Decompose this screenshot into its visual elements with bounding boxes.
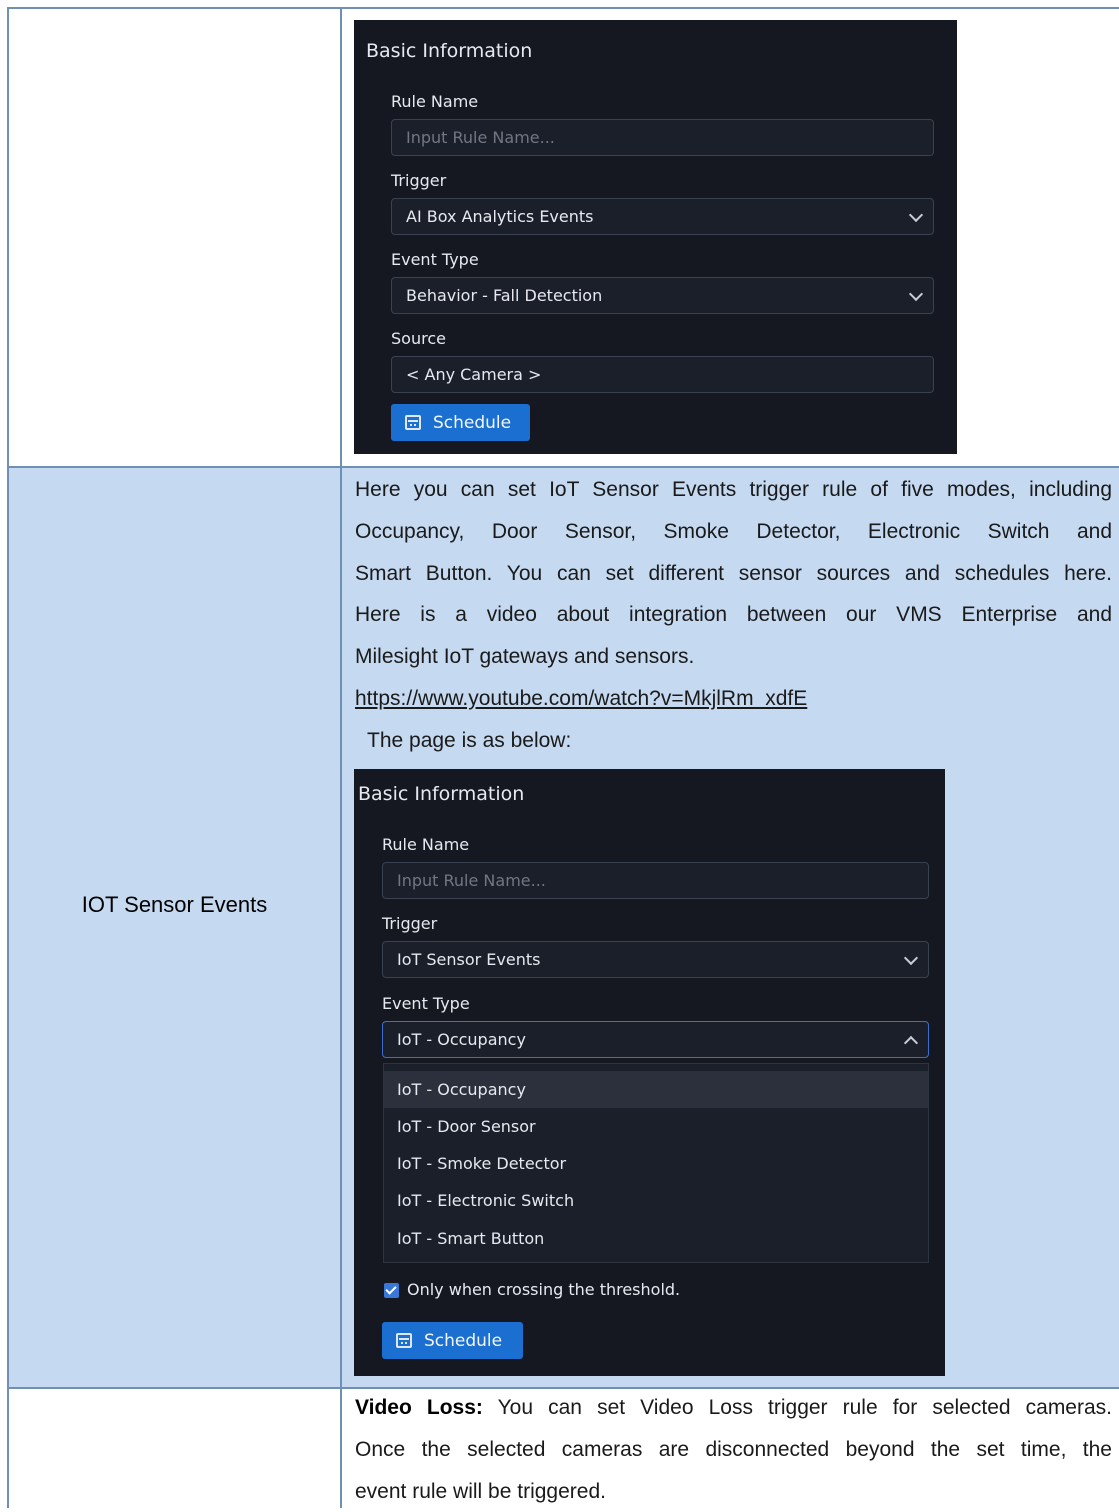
description-line: Here you can set IoT Sensor Events trigg…	[355, 478, 1112, 501]
video-loss-keyword: Video Loss:	[355, 1396, 483, 1419]
video-loss-line1-text: You can set Video Loss trigger rule for …	[482, 1396, 1112, 1419]
event-type-value: Behavior - Fall Detection	[406, 286, 603, 305]
source-value: < Any Camera >	[406, 365, 542, 384]
table-border-top	[7, 7, 1119, 9]
panel-title: Basic Information	[366, 40, 533, 62]
threshold-label: Only when crossing the threshold.	[407, 1280, 681, 1299]
row-label-iot-sensor-events: IOT Sensor Events	[81, 892, 268, 917]
event-type-dropdown: IoT - Occupancy IoT - Door Sensor IoT - …	[383, 1063, 929, 1263]
schedule-button-label: Schedule	[424, 1330, 503, 1351]
rule-name-label: Rule Name	[382, 835, 470, 854]
video-loss-description: Video Loss: You can set Video Loss trigg…	[355, 1387, 1112, 1512]
trigger-value: IoT Sensor Events	[397, 950, 541, 969]
table-border-left	[7, 7, 9, 1508]
schedule-button-label: Schedule	[433, 412, 512, 433]
chevron-up-icon	[903, 1035, 919, 1050]
trigger-label: Trigger	[382, 914, 438, 933]
option-door-sensor[interactable]: IoT - Door Sensor	[384, 1108, 928, 1145]
description-line: Smart Button. You can set different sens…	[355, 561, 1112, 585]
source-label: Source	[391, 329, 446, 348]
schedule-button[interactable]: Schedule	[382, 1322, 523, 1359]
event-type-value: IoT - Occupancy	[397, 1030, 526, 1049]
description-line: Here is a video about integration betwee…	[355, 603, 1112, 627]
page-note: The page is as below:	[367, 728, 572, 752]
table-border-middle	[340, 7, 342, 1508]
schedule-button[interactable]: Schedule	[391, 404, 530, 441]
description-line: Occupancy, Door Sensor, Smoke Detector, …	[355, 519, 1112, 543]
rule-name-label: Rule Name	[391, 92, 479, 111]
trigger-select[interactable]: AI Box Analytics Events	[391, 198, 934, 235]
rule-name-placeholder: Input Rule Name...	[397, 871, 546, 890]
option-electronic-switch[interactable]: IoT - Electronic Switch	[384, 1182, 928, 1219]
rule-name-input[interactable]: Input Rule Name...	[382, 862, 929, 899]
trigger-value: AI Box Analytics Events	[406, 207, 594, 226]
document-page: Basic Information Rule Name Input Rule N…	[0, 0, 1119, 1508]
threshold-checkbox[interactable]	[384, 1283, 399, 1298]
chevron-down-icon	[908, 286, 924, 301]
youtube-link[interactable]: https://www.youtube.com/watch?v=MkjlRm_x…	[355, 687, 807, 710]
panel-title: Basic Information	[358, 783, 525, 805]
event-type-label: Event Type	[391, 250, 479, 269]
option-occupancy[interactable]: IoT - Occupancy	[384, 1071, 928, 1108]
chevron-down-icon	[903, 950, 919, 965]
basic-info-panel-iot: Basic Information Rule Name Input Rule N…	[354, 769, 945, 1376]
basic-info-panel-ai: Basic Information Rule Name Input Rule N…	[354, 20, 957, 454]
rule-name-placeholder: Input Rule Name...	[406, 128, 555, 147]
description-line: event rule will be triggered.	[355, 1479, 606, 1503]
event-type-select[interactable]: Behavior - Fall Detection	[391, 277, 934, 314]
option-smart-button[interactable]: IoT - Smart Button	[384, 1220, 928, 1257]
event-type-label: Event Type	[382, 994, 470, 1013]
event-type-select[interactable]: IoT - Occupancy	[382, 1021, 929, 1058]
calendar-icon	[396, 1333, 412, 1348]
iot-description: Here you can set IoT Sensor Events trigg…	[355, 469, 1112, 762]
table-border-row1	[7, 466, 1119, 468]
rule-name-input[interactable]: Input Rule Name...	[391, 119, 934, 156]
option-smoke-detector[interactable]: IoT - Smoke Detector	[384, 1145, 928, 1182]
chevron-down-icon	[908, 207, 924, 222]
source-select[interactable]: < Any Camera >	[391, 356, 934, 393]
description-line: Video Loss: You can set Video Loss trigg…	[355, 1387, 1112, 1429]
trigger-select[interactable]: IoT Sensor Events	[382, 941, 929, 978]
description-line: Milesight IoT gateways and sensors.	[355, 645, 695, 669]
description-line: Once the selected cameras are disconnect…	[355, 1437, 1112, 1461]
calendar-icon	[405, 415, 421, 430]
trigger-label: Trigger	[391, 171, 447, 190]
